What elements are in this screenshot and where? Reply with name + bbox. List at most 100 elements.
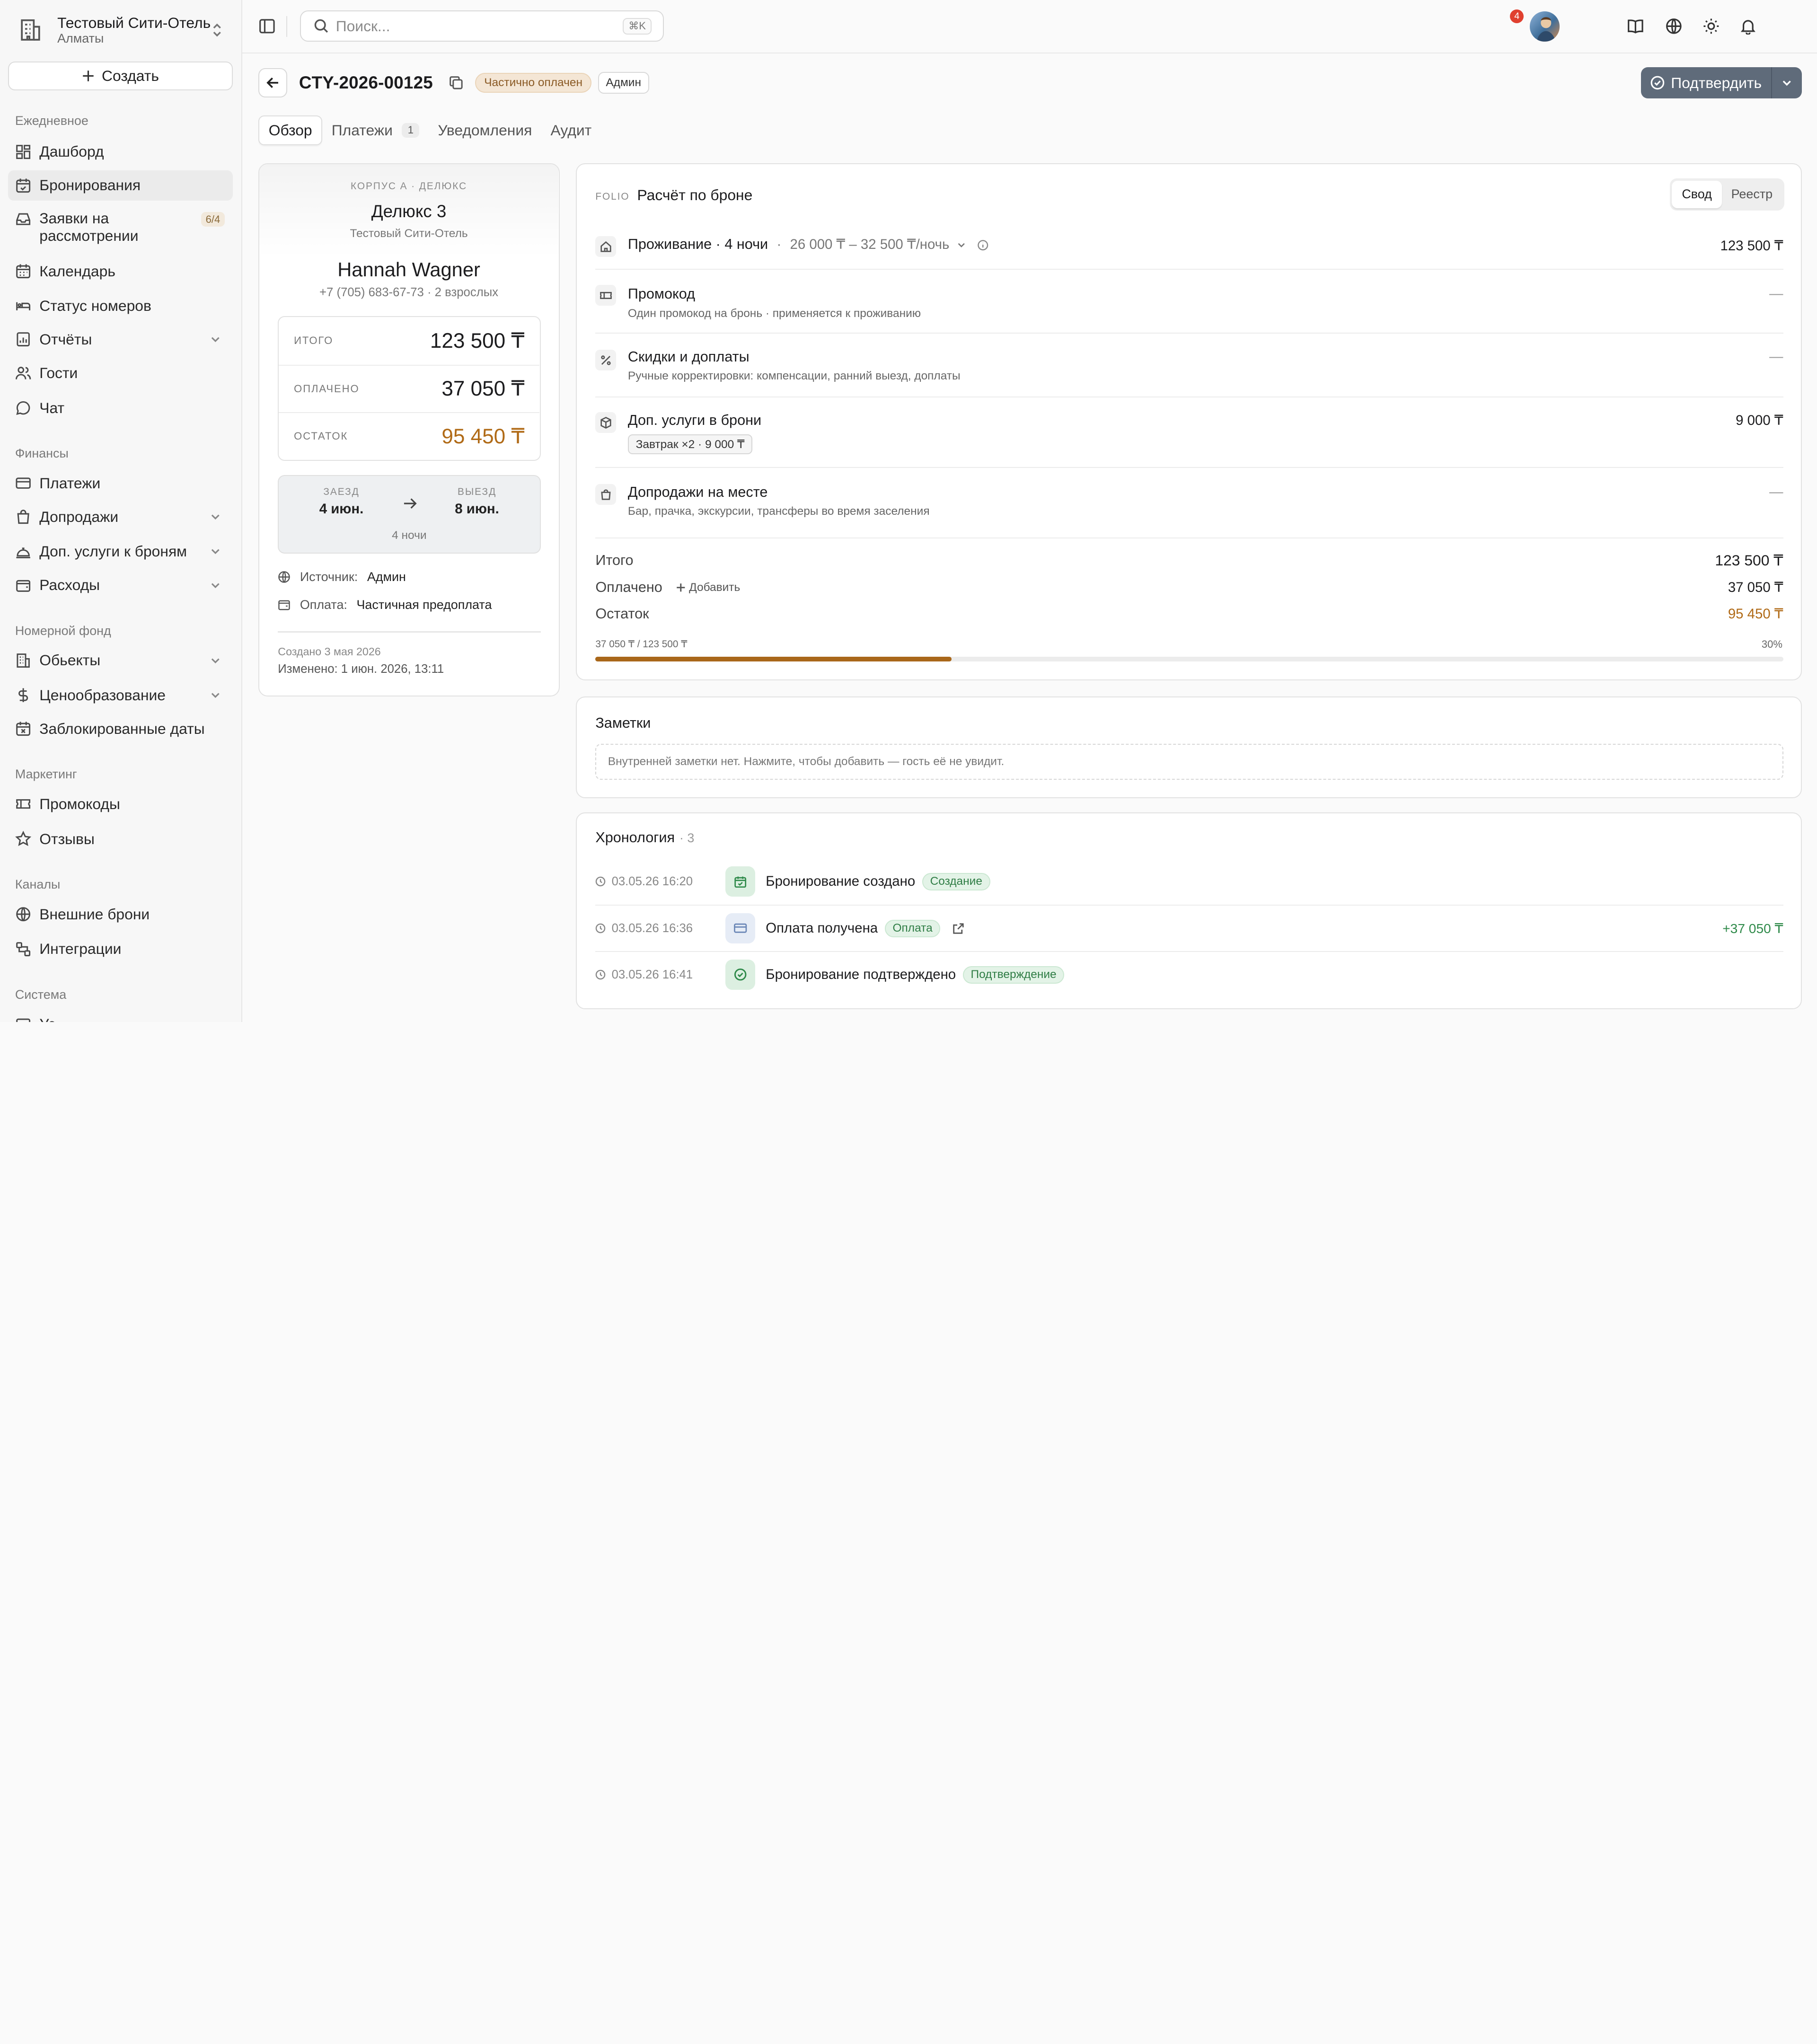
source-label: Источник: (300, 570, 358, 584)
onsite-title: Допродажи на месте (627, 484, 768, 501)
avatar-image (1536, 17, 1555, 42)
stay-title: Проживание · 4 ночи (627, 236, 768, 253)
house-icon (595, 236, 617, 257)
sidebar-item-room-status[interactable]: Статус номеров (8, 291, 233, 321)
sidebar-item-blocked-dates[interactable]: Заблокированные даты (8, 714, 233, 744)
sidebar-item-label: Статус номеров (39, 297, 151, 315)
sidebar-item-integrations[interactable]: Интеграции (8, 934, 233, 964)
timeline-count: · 3 (679, 831, 695, 846)
create-button[interactable]: Создать (8, 61, 233, 91)
globe-icon (278, 571, 291, 583)
copy-icon[interactable] (449, 75, 464, 90)
user-avatar[interactable] (1529, 11, 1560, 42)
created-at: Создано 3 мая 2026 (278, 645, 381, 658)
sidebar-item-expenses[interactable]: Расходы (8, 570, 233, 600)
sidebar-item-guests[interactable]: Гости (8, 358, 233, 388)
tab-overview[interactable]: Обзор (258, 115, 323, 146)
paid-value: 37 050 ₸ (441, 377, 525, 401)
chevrons-up-down-icon (213, 23, 221, 37)
search-box[interactable]: ⌘K (300, 10, 664, 42)
services-amount: 9 000 ₸ (1736, 413, 1783, 429)
paid-label: ОПЛАЧЕНО (294, 382, 360, 395)
sidebar-item-requests[interactable]: Заявки на рассмотрении 6/4 (8, 206, 233, 248)
sidebar-item-label: Интеграции (39, 940, 122, 958)
calendar-icon (16, 264, 30, 278)
wallet-icon (16, 580, 30, 592)
folio-view-toggle: Свод Реестр (1669, 178, 1784, 211)
globe-icon (16, 907, 30, 922)
folio-title: Расчёт по броне (637, 186, 753, 203)
folio-card: FOLIO Расчёт по броне Свод Реестр Прожив… (576, 163, 1802, 680)
sidebar-item-reports[interactable]: Отчёты (8, 325, 233, 355)
tab-audit[interactable]: Аудит (541, 115, 601, 146)
sidebar-item-bookings[interactable]: Бронирования (8, 170, 233, 201)
external-link-icon[interactable] (952, 922, 965, 935)
adjustments-amount: — (1769, 348, 1783, 364)
changed-at: Изменено: 1 июн. 2026, 13:11 (278, 662, 444, 676)
star-icon (15, 830, 31, 846)
hotel-switcher[interactable]: Тестовый Сити-Отель Алматы (8, 9, 233, 51)
sidebar-item-chat[interactable]: Чат (8, 393, 233, 423)
tab-label: Аудит (550, 121, 592, 139)
sidebar-item-label: Внешние брони (39, 905, 150, 923)
sun-icon[interactable] (1702, 18, 1720, 35)
sidebar-item-payments[interactable]: Платежи (8, 468, 233, 498)
chat-icon (16, 401, 30, 415)
timeline-card: Хронология · 3 03.05.26 16:20 Бронировани… (576, 812, 1802, 1010)
folio-row-adjustments[interactable]: Скидки и доплаты Ручные корректировки: к… (595, 334, 1783, 397)
notes-input[interactable]: Внутренней заметки нет. Нажмите, чтобы д… (595, 743, 1783, 780)
chevron-down-icon (212, 549, 220, 555)
sidebar-item-dashboard[interactable]: Дашборд (8, 137, 233, 167)
sidebar-item-promocodes[interactable]: Промокоды (8, 789, 233, 819)
view-register-button[interactable]: Реестр (1722, 181, 1782, 209)
bell-icon[interactable] (1739, 18, 1757, 35)
sidebar-item-external-bookings[interactable]: Внешние брони (8, 899, 233, 929)
book-open-icon[interactable] (1627, 18, 1644, 35)
confirm-dropdown-button[interactable] (1772, 67, 1802, 98)
checkout-value: 8 июн. (455, 501, 499, 517)
sidebar-item-reviews[interactable]: Отзывы (8, 824, 233, 854)
chevron-down-icon (1782, 80, 1791, 86)
section-daily: Ежедневное (15, 114, 88, 128)
info-icon[interactable] (977, 239, 988, 251)
shopping-bag-icon (595, 484, 617, 505)
stay-rate[interactable]: 26 000 ₸ – 32 500 ₸/ночь (790, 237, 950, 252)
section-finance: Финансы (15, 446, 69, 460)
payment-row: Оплата: Частичная предоплата (278, 598, 492, 612)
credit-card-icon (16, 477, 31, 489)
search-icon (314, 19, 328, 33)
confirm-button[interactable]: Подтвердить (1641, 67, 1772, 99)
globe-icon[interactable] (1665, 18, 1683, 35)
chevron-down-icon[interactable] (957, 240, 966, 250)
sidebar-item-upsells[interactable]: Допродажи (8, 502, 233, 532)
tab-notifications[interactable]: Уведомления (429, 115, 541, 146)
sidebar-item-addons[interactable]: Доп. услуги к броням (8, 537, 233, 567)
progress-label: 37 050 ₸ / 123 500 ₸ (595, 638, 688, 650)
folio-row-services[interactable]: Доп. услуги в брони Завтрак ×2 · 9 000 ₸… (595, 397, 1783, 468)
event-time-text: 03.05.26 16:36 (611, 921, 693, 935)
service-chip[interactable]: Завтрак ×2 · 9 000 ₸ (627, 434, 753, 454)
folio-row-promo[interactable]: Промокод Один промокод на бронь · примен… (595, 270, 1783, 334)
folio-row-onsite[interactable]: Допродажи на месте Бар, прачка, экскурси… (595, 468, 1783, 539)
sidebar-item-system-first[interactable]: Ус (8, 1009, 233, 1022)
sidebar-item-properties[interactable]: Обьекты (8, 645, 233, 676)
search-input[interactable] (335, 17, 623, 35)
ticket-icon (595, 284, 617, 306)
sidebar-item-label: Дашборд (39, 143, 104, 160)
promo-title: Промокод (627, 286, 695, 302)
topbar-divider (286, 16, 288, 37)
add-payment-button[interactable]: Добавить (676, 581, 740, 594)
sidebar-item-label: Обьекты (39, 652, 101, 669)
sidebar-toggle-icon[interactable] (258, 18, 276, 35)
sidebar-item-label: Заблокированные даты (39, 720, 205, 737)
sidebar-item-pricing[interactable]: Ценообразование (8, 680, 233, 711)
guest-name[interactable]: Hannah Wagner (259, 258, 558, 281)
confirm-button-group: Подтвердить (1641, 67, 1802, 99)
plus-icon (83, 70, 94, 81)
tab-payments[interactable]: Платежи 1 (322, 115, 429, 146)
back-button[interactable] (258, 68, 288, 97)
view-summary-button[interactable]: Свод (1672, 180, 1722, 209)
sidebar-item-label: Чат (39, 399, 65, 416)
app-root: Тестовый Сити-Отель Алматы Создать Ежедн… (0, 0, 1817, 1022)
sidebar-item-calendar[interactable]: Календарь (8, 256, 233, 286)
